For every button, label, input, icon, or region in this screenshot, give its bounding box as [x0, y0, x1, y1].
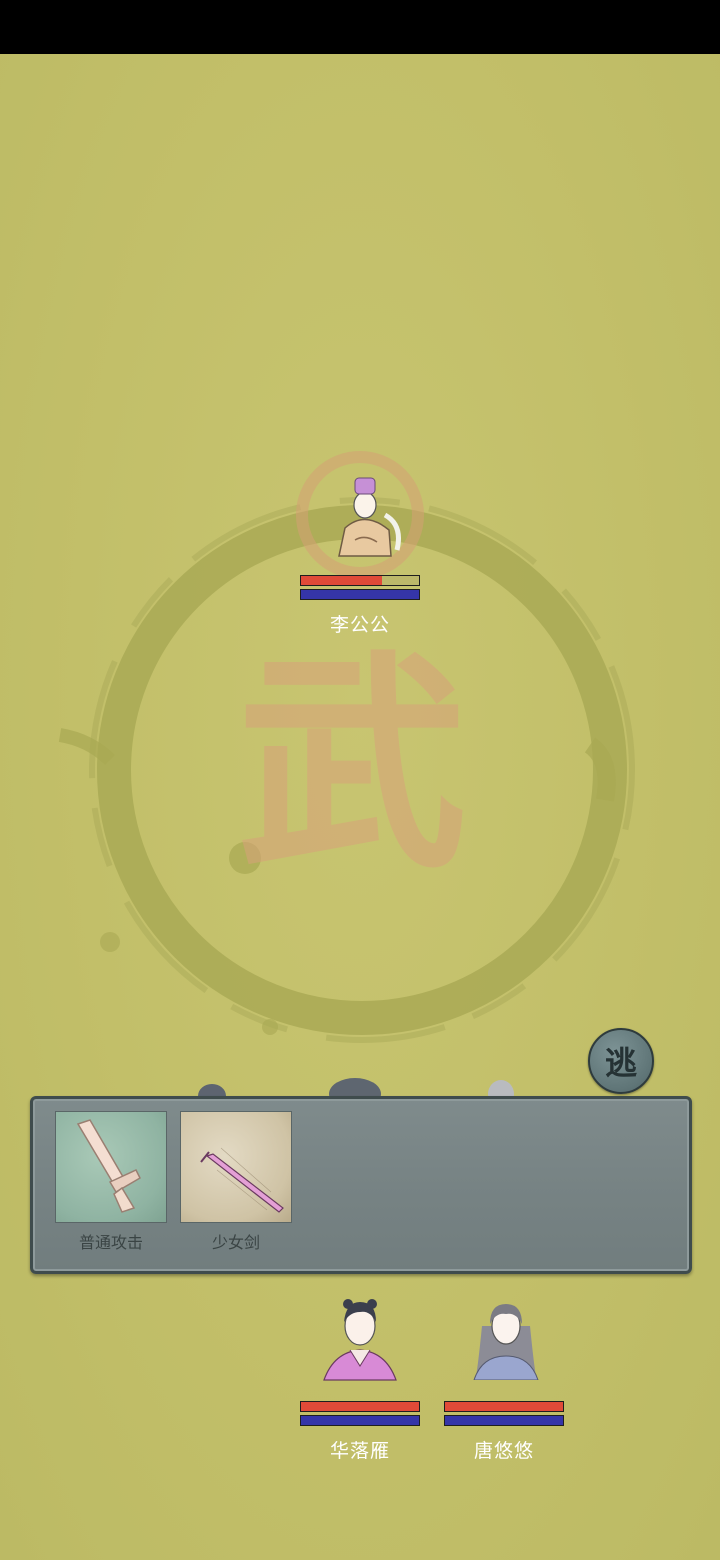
girl-pink-robe-portrait-icon — [323, 1299, 397, 1381]
girl-long-hair-portrait-icon — [473, 1304, 539, 1380]
seal-character: 武 — [237, 630, 467, 900]
enemy-mp-bar — [300, 589, 420, 600]
ally-unit-1[interactable]: 华落雁 — [300, 1296, 420, 1466]
ally-name: 唐悠悠 — [473, 1440, 534, 1462]
ally-mp-bar — [300, 1415, 420, 1426]
skill-label: 少女剑 — [211, 1233, 260, 1252]
ally-hp-bar — [300, 1401, 420, 1412]
eunuch-portrait-icon — [338, 477, 401, 557]
pink-sword-icon — [180, 1111, 292, 1223]
skill-panel: 普通攻击 少女剑 — [30, 1096, 692, 1274]
sword-icon — [55, 1111, 167, 1223]
ally-hp-bar — [444, 1401, 564, 1412]
enemy-unit[interactable]: 李公公 — [300, 470, 420, 640]
skill-maiden-sword[interactable]: 少女剑 — [180, 1111, 292, 1253]
skill-label: 普通攻击 — [78, 1233, 143, 1252]
ally-unit-2[interactable]: 唐悠悠 — [444, 1296, 564, 1466]
battle-screen: 武 李公公 逃 普通攻击 少女剑 华落雁 唐悠悠 — [0, 0, 720, 1560]
ally-name: 华落雁 — [329, 1440, 390, 1462]
enemy-hp-bar — [300, 575, 420, 586]
enemy-name: 李公公 — [329, 614, 390, 636]
ally-mp-bar — [444, 1415, 564, 1426]
flee-label: 逃 — [604, 1044, 637, 1082]
skill-normal-attack[interactable]: 普通攻击 — [55, 1111, 167, 1253]
flee-button[interactable]: 逃 — [588, 1028, 654, 1094]
